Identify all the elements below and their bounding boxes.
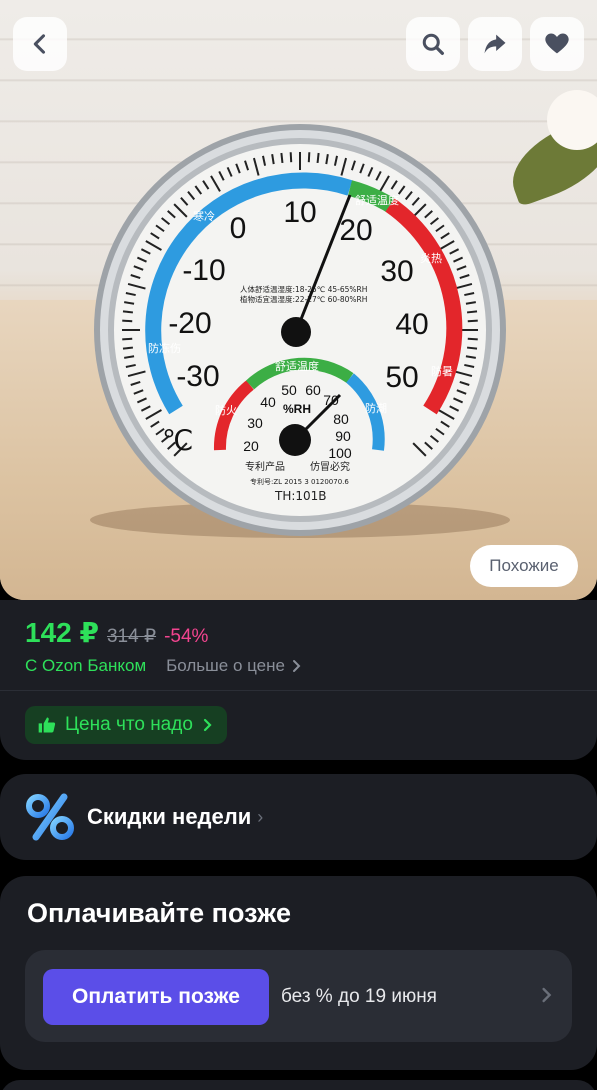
pay-later-button[interactable]: Оплатить позже bbox=[43, 969, 269, 1025]
search-icon bbox=[422, 33, 444, 55]
dial-tick bbox=[122, 337, 133, 341]
current-price: 142 ₽ bbox=[25, 617, 99, 648]
temp-label: 40 bbox=[395, 308, 428, 341]
dial-tick bbox=[466, 346, 478, 350]
temp-label: 30 bbox=[380, 255, 413, 288]
humidity-label: 30 bbox=[247, 415, 263, 431]
weekly-discounts-title: Скидки недели › bbox=[87, 804, 263, 830]
next-card bbox=[0, 1080, 597, 1090]
temp-label: 10 bbox=[283, 196, 316, 229]
divider bbox=[0, 690, 597, 691]
dial-tick bbox=[280, 152, 284, 164]
weekly-discounts-card[interactable]: Скидки недели › bbox=[0, 774, 597, 860]
label-comfort-humidity: 舒适温度 bbox=[275, 359, 319, 373]
label-heat: 防暑 bbox=[431, 364, 453, 378]
label-fire: 防火 bbox=[215, 403, 237, 417]
humidity-unit: %RH bbox=[283, 402, 311, 416]
chevron-right-icon bbox=[292, 660, 301, 672]
dial-tick bbox=[467, 337, 478, 341]
temp-label: -10 bbox=[182, 254, 225, 287]
celsius-unit: ℃ bbox=[162, 426, 193, 457]
comfort-info-human: 人体舒适温湿度:18-25℃ 45-65%RH bbox=[240, 284, 367, 294]
similar-products-button[interactable]: Похожие bbox=[470, 545, 578, 587]
dial-tick bbox=[316, 152, 320, 164]
share-arrow-icon bbox=[484, 34, 506, 54]
old-price: 314 ₽ bbox=[106, 626, 157, 647]
label-cold: 寒冷 bbox=[193, 209, 215, 223]
dial-tick bbox=[289, 152, 293, 163]
pay-later-row[interactable]: Оплатить позже без % до 19 июня bbox=[25, 950, 572, 1042]
patent-text: 专利号:ZL 2015 3 0120070.6 bbox=[250, 477, 349, 486]
dial-tick bbox=[122, 310, 134, 314]
dial-tick bbox=[466, 310, 478, 314]
humidity-label: 40 bbox=[260, 394, 276, 410]
temp-label: 50 bbox=[385, 361, 418, 394]
comfort-info-plant: 植物适宜温湿度:22-27℃ 60-80%RH bbox=[240, 294, 367, 304]
product-image[interactable]: 0 -10 -20 -30 10 20 30 40 50 ℃ 寒冷 防冻伤 舒适… bbox=[0, 0, 597, 600]
humidity-label: 50 bbox=[281, 382, 297, 398]
share-button[interactable] bbox=[468, 17, 522, 71]
more-about-price-link[interactable]: Больше о цене bbox=[166, 656, 301, 676]
similar-label: Похожие bbox=[489, 556, 559, 575]
pay-later-terms: без % до 19 июня bbox=[281, 986, 437, 1007]
chevron-right-icon: › bbox=[257, 806, 264, 827]
dial-tick bbox=[467, 319, 478, 323]
good-price-label: Цена что надо bbox=[65, 714, 193, 735]
back-button[interactable] bbox=[13, 17, 67, 71]
more-about-price-label: Больше о цене bbox=[166, 656, 285, 675]
humidity-label: 60 bbox=[305, 382, 321, 398]
label-damp: 防潮 bbox=[365, 401, 387, 415]
dial-tick bbox=[307, 152, 311, 163]
humidity-label: 100 bbox=[328, 445, 352, 461]
ozon-bank-label: С Ozon Банком bbox=[25, 656, 147, 675]
brand-text: 专利产品 bbox=[245, 460, 285, 473]
temp-label: 20 bbox=[339, 214, 372, 247]
humidity-label: 90 bbox=[335, 428, 351, 444]
bank-price-row: С Ozon Банком Больше о цене bbox=[25, 656, 301, 676]
label-hot: 炎热 bbox=[420, 252, 442, 265]
brand-text-2: 仿冒必究 bbox=[310, 460, 350, 473]
chevron-right-icon bbox=[203, 718, 212, 732]
chevron-right-icon bbox=[542, 987, 552, 1003]
humidity-label: 80 bbox=[333, 411, 349, 427]
pay-later-title: Оплачивайте позже bbox=[27, 898, 291, 928]
pay-later-button-label: Оплатить позже bbox=[72, 985, 240, 1008]
temp-label: -20 bbox=[168, 307, 211, 340]
favorite-button[interactable] bbox=[530, 17, 584, 71]
temp-label: -30 bbox=[176, 360, 219, 393]
good-price-badge[interactable]: Цена что надо bbox=[25, 706, 227, 744]
discount-percent: -54% bbox=[164, 626, 209, 647]
search-button[interactable] bbox=[406, 17, 460, 71]
thumbs-up-icon bbox=[38, 717, 56, 733]
label-freeze: 防冻伤 bbox=[148, 341, 181, 355]
thermometer-dial: 0 -10 -20 -30 10 20 30 40 50 ℃ 寒冷 防冻伤 舒适… bbox=[90, 124, 510, 538]
chevron-left-icon bbox=[33, 34, 46, 54]
percent-icon bbox=[26, 793, 74, 841]
humidity-label: 20 bbox=[243, 438, 259, 454]
dial-tick bbox=[122, 319, 133, 323]
pay-later-card: Оплачивайте позже Оплатить позже без % д… bbox=[0, 876, 597, 1070]
label-comfort-temp: 舒适温度 bbox=[355, 193, 399, 207]
heart-icon bbox=[545, 33, 569, 54]
weekly-discounts-label: Скидки недели bbox=[87, 804, 252, 829]
temp-label: 0 bbox=[230, 212, 247, 245]
dial-tick bbox=[122, 346, 134, 350]
price-row: 142 ₽ 314 ₽ -54% bbox=[25, 616, 208, 649]
model-text: TH:101B bbox=[274, 489, 327, 503]
